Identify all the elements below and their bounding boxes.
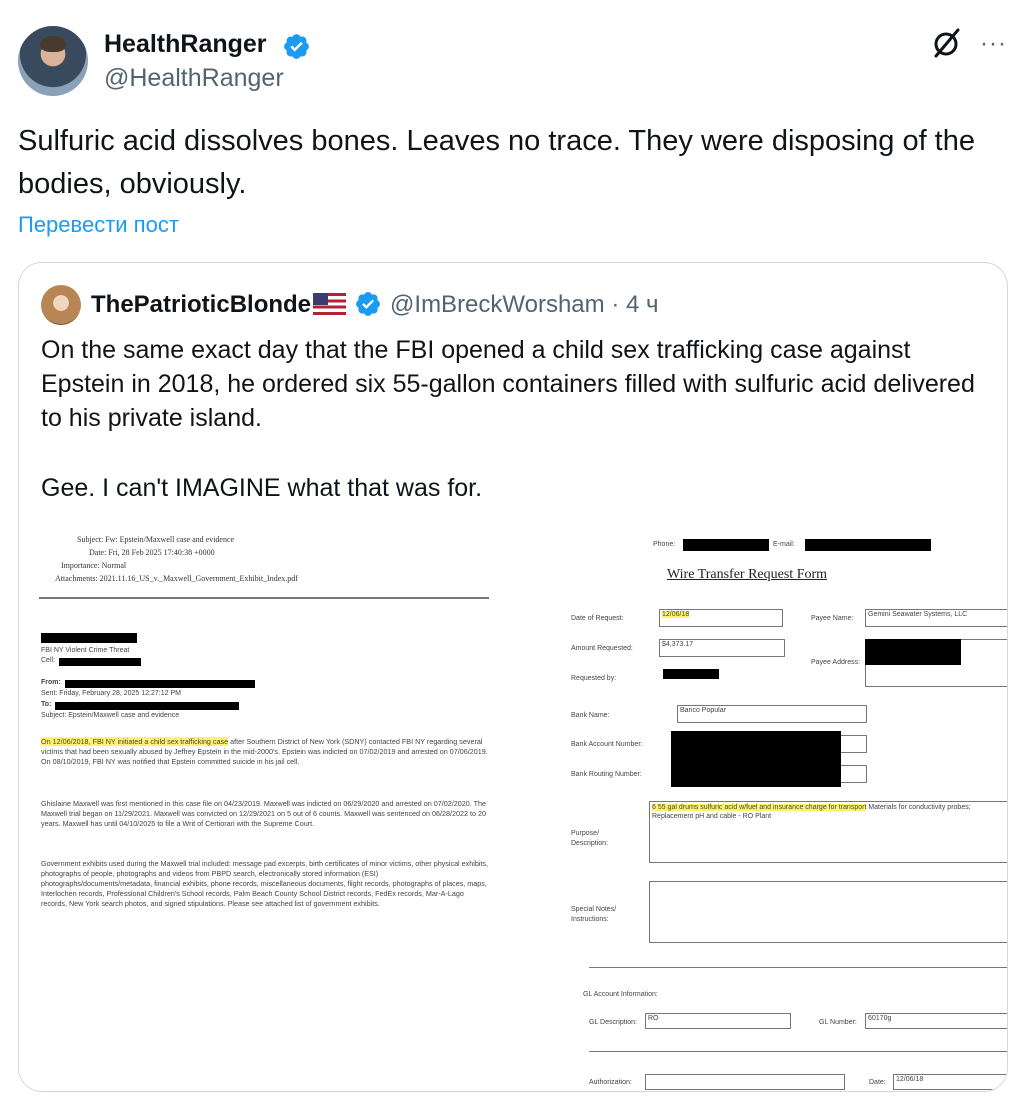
field-value: 12/06/18 — [662, 611, 690, 618]
redaction — [671, 731, 841, 787]
us-flag-icon — [313, 293, 347, 315]
payee-name-field: Gemini Seawater Systems, LLC — [865, 609, 1007, 627]
highlighted-text: 6 55 gal drums sulfuric acid w/fuel and … — [652, 804, 867, 811]
email-subject-2: Subject: Epstein/Maxwell case and eviden… — [41, 712, 180, 719]
redaction — [663, 669, 719, 679]
email-to: To: — [41, 701, 52, 708]
date-of-request-label: Date of Request: — [571, 615, 624, 622]
notes-field — [649, 881, 1007, 943]
gl-number-field: 60170g — [865, 1013, 1007, 1029]
redaction — [41, 633, 137, 643]
phone-label: Phone: — [653, 541, 676, 548]
date-label: Date: — [869, 1079, 886, 1086]
quote-author-name[interactable]: ThePatrioticBlonde — [91, 291, 311, 318]
tweet-text: Sulfuric acid dissolves bones. Leaves no… — [18, 125, 975, 200]
form-title: Wire Transfer Request Form — [667, 567, 828, 582]
authorization-label: Authorization: — [589, 1079, 632, 1086]
verified-badge-icon[interactable] — [354, 290, 382, 318]
bank-name-label: Bank Name: — [571, 712, 610, 719]
gl-info-label: GL Account Information: — [583, 991, 658, 998]
email-date: Date: Fri, 28 Feb 2025 17:40:38 +0000 — [89, 548, 215, 557]
email-paragraph-1: On 12/06/2018, FBI NY initiated a child … — [41, 737, 491, 767]
redaction — [55, 702, 239, 710]
email-office: FBI NY Violent Crime Threat — [41, 647, 130, 654]
author-handle[interactable]: @HealthRanger — [104, 64, 284, 93]
author-name[interactable]: HealthRanger — [104, 30, 267, 59]
purpose-field: 6 55 gal drums sulfuric acid w/fuel and … — [649, 801, 1007, 863]
quote-timestamp[interactable]: 4 ч — [626, 291, 659, 318]
divider — [39, 597, 489, 599]
quote-text-paragraph: On the same exact day that the FBI opene… — [41, 336, 975, 432]
quote-header: ThePatrioticBlonde @ImBreckWorsham · 4 ч — [91, 290, 659, 319]
quote-text: On the same exact day that the FBI opene… — [41, 333, 991, 505]
fbi-email-document: Subject: Fw: Epstein/Maxwell case and ev… — [19, 519, 539, 1091]
routing-number-label: Bank Routing Number: — [571, 771, 642, 778]
grok-icon[interactable] — [930, 26, 964, 60]
gl-description-label: GL Description: — [589, 1019, 637, 1026]
gl-number-label: GL Number: — [819, 1019, 857, 1026]
redaction — [65, 680, 255, 688]
translate-post-link[interactable]: Перевести пост — [18, 212, 179, 238]
redaction — [805, 539, 931, 551]
email-importance: Importance: Normal — [61, 561, 127, 570]
notes-label: Special Notes/ Instructions: — [571, 906, 617, 923]
attached-document-image[interactable]: Subject: Fw: Epstein/Maxwell case and ev… — [19, 519, 1007, 1091]
verified-badge-icon[interactable] — [282, 32, 311, 61]
quote-text-paragraph: Gee. I can't IMAGINE what that was for. — [41, 474, 483, 502]
email-cell: Cell: — [41, 657, 56, 664]
more-icon[interactable]: ··· — [980, 30, 1007, 58]
bank-name-field: Banco Popular — [677, 705, 867, 723]
requested-by-label: Requested by: — [571, 675, 617, 682]
purpose-label: Purpose/ Description: — [571, 830, 608, 847]
amount-label: Amount Requested: — [571, 645, 633, 652]
divider — [589, 1051, 1007, 1052]
redaction — [683, 539, 769, 551]
email-from: From: — [41, 679, 61, 686]
highlighted-text: On 12/06/2018, FBI NY initiated a child … — [41, 737, 229, 746]
email-paragraph-3: Government exhibits used during the Maxw… — [41, 859, 489, 908]
wire-transfer-form: Phone: E-mail: Wire Transfer Request For… — [547, 519, 1007, 1091]
email-label: E-mail: — [773, 541, 795, 548]
quote-separator: · — [611, 291, 620, 318]
quoted-post-card[interactable]: ThePatrioticBlonde @ImBreckWorsham · 4 ч… — [18, 262, 1008, 1092]
payee-address-label: Payee Address: — [811, 659, 861, 666]
divider — [589, 967, 1007, 968]
email-sent: Sent: Friday, February 28, 2025 12:27:12… — [41, 690, 181, 697]
authorization-field — [645, 1074, 845, 1090]
gl-description-field: RO — [645, 1013, 791, 1029]
email-paragraph-2: Ghislaine Maxwell was first mentioned in… — [41, 799, 486, 828]
email-subject: Subject: Fw: Epstein/Maxwell case and ev… — [77, 535, 235, 544]
date-of-request-field: 12/06/18 — [659, 609, 783, 627]
amount-field: $4,373.17 — [659, 639, 785, 657]
redaction — [865, 639, 961, 665]
email-attachments: Attachments: 2021.11.16_US_v._Maxwell_Go… — [55, 574, 298, 583]
author-avatar[interactable] — [18, 26, 88, 96]
quote-author-avatar[interactable] — [41, 285, 81, 325]
quote-author-handle[interactable]: @ImBreckWorsham — [390, 291, 605, 318]
date-field: 12/06/18 — [893, 1074, 1007, 1090]
account-number-label: Bank Account Number: — [571, 741, 643, 748]
redaction — [59, 658, 141, 666]
payee-name-label: Payee Name: — [811, 615, 854, 622]
